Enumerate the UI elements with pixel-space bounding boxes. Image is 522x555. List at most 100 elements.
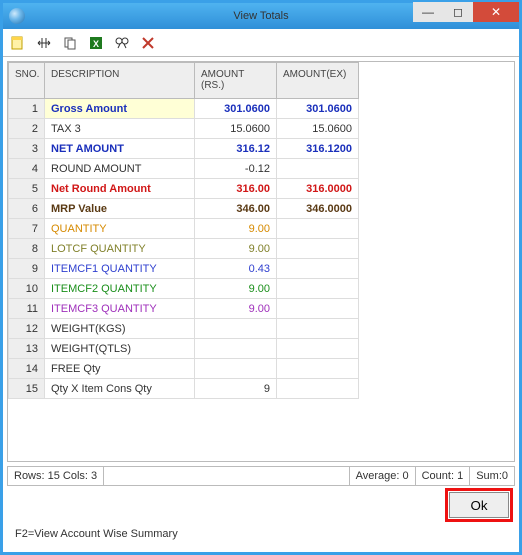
delete-icon[interactable]	[139, 34, 157, 52]
minimize-button[interactable]: —	[413, 2, 443, 22]
table-row[interactable]: 11ITEMCF3 QUANTITY9.00	[9, 299, 359, 319]
cell-amount: 9.00	[195, 279, 277, 299]
cell-amount-ex	[277, 259, 359, 279]
cell-sno: 8	[9, 239, 45, 259]
cell-amount: 346.00	[195, 199, 277, 219]
cell-amount-ex: 346.0000	[277, 199, 359, 219]
col-header-sno[interactable]: SNO.	[9, 63, 45, 99]
cell-sno: 10	[9, 279, 45, 299]
excel-icon[interactable]: X	[87, 34, 105, 52]
cell-sno: 9	[9, 259, 45, 279]
table-row[interactable]: 8LOTCF QUANTITY9.00	[9, 239, 359, 259]
cell-description: Net Round Amount	[45, 179, 195, 199]
cell-sno: 2	[9, 119, 45, 139]
button-row: Ok	[7, 486, 515, 524]
table-row[interactable]: 14FREE Qty	[9, 359, 359, 379]
cell-amount: 316.12	[195, 139, 277, 159]
cell-amount-ex: 316.0000	[277, 179, 359, 199]
cell-sno: 1	[9, 99, 45, 119]
cell-description: LOTCF QUANTITY	[45, 239, 195, 259]
svg-text:X: X	[93, 39, 99, 49]
cell-sno: 3	[9, 139, 45, 159]
cell-sno: 4	[9, 159, 45, 179]
cell-description: Gross Amount	[45, 99, 195, 119]
maximize-button[interactable]: ◻	[443, 2, 473, 22]
find-icon[interactable]	[113, 34, 131, 52]
cell-sno: 6	[9, 199, 45, 219]
cell-description: WEIGHT(KGS)	[45, 319, 195, 339]
table-row[interactable]: 2TAX 315.060015.0600	[9, 119, 359, 139]
cell-amount-ex	[277, 319, 359, 339]
cell-amount-ex	[277, 159, 359, 179]
cell-amount: 316.00	[195, 179, 277, 199]
cell-sno: 14	[9, 359, 45, 379]
cell-amount	[195, 319, 277, 339]
copy-icon[interactable]	[61, 34, 79, 52]
cell-amount-ex	[277, 339, 359, 359]
cell-amount: -0.12	[195, 159, 277, 179]
cell-description: ROUND AMOUNT	[45, 159, 195, 179]
cell-sno: 12	[9, 319, 45, 339]
cell-amount: 0.43	[195, 259, 277, 279]
table-row[interactable]: 9ITEMCF1 QUANTITY0.43	[9, 259, 359, 279]
autofit-icon[interactable]	[35, 34, 53, 52]
table-row[interactable]: 1Gross Amount301.0600301.0600	[9, 99, 359, 119]
cell-sno: 7	[9, 219, 45, 239]
col-header-amtex[interactable]: AMOUNT(EX)	[277, 63, 359, 99]
cell-amount: 15.0600	[195, 119, 277, 139]
cell-description: FREE Qty	[45, 359, 195, 379]
cell-amount-ex	[277, 239, 359, 259]
shortcut-hint: F2=View Account Wise Summary	[7, 524, 515, 548]
cell-amount-ex	[277, 219, 359, 239]
totals-table: SNO. DESCRIPTION AMOUNT (RS.) AMOUNT(EX)…	[8, 62, 359, 399]
cell-description: QUANTITY	[45, 219, 195, 239]
notepad-icon[interactable]	[9, 34, 27, 52]
cell-sno: 15	[9, 379, 45, 399]
cell-description: ITEMCF1 QUANTITY	[45, 259, 195, 279]
cell-amount: 301.0600	[195, 99, 277, 119]
cell-amount-ex	[277, 299, 359, 319]
cell-sno: 5	[9, 179, 45, 199]
col-header-desc[interactable]: DESCRIPTION	[45, 63, 195, 99]
cell-description: ITEMCF3 QUANTITY	[45, 299, 195, 319]
status-bar: Rows: 15 Cols: 3 Average: 0 Count: 1 Sum…	[7, 466, 515, 486]
status-sum: Sum:0	[470, 467, 514, 485]
table-row[interactable]: 10ITEMCF2 QUANTITY9.00	[9, 279, 359, 299]
ok-button[interactable]: Ok	[449, 492, 509, 518]
status-average: Average: 0	[350, 467, 416, 485]
grid-container: SNO. DESCRIPTION AMOUNT (RS.) AMOUNT(EX)…	[7, 61, 515, 462]
cell-amount: 9.00	[195, 219, 277, 239]
table-row[interactable]: 6MRP Value346.00346.0000	[9, 199, 359, 219]
col-header-amt[interactable]: AMOUNT (RS.)	[195, 63, 277, 99]
status-rowscols: Rows: 15 Cols: 3	[8, 467, 104, 485]
cell-amount	[195, 339, 277, 359]
cell-amount-ex	[277, 359, 359, 379]
table-row[interactable]: 7QUANTITY9.00	[9, 219, 359, 239]
cell-description: MRP Value	[45, 199, 195, 219]
cell-amount-ex: 15.0600	[277, 119, 359, 139]
cell-description: Qty X Item Cons Qty	[45, 379, 195, 399]
close-button[interactable]: ✕	[473, 2, 519, 22]
cell-amount: 9.00	[195, 299, 277, 319]
table-row[interactable]: 3NET AMOUNT316.12316.1200	[9, 139, 359, 159]
cell-amount-ex	[277, 279, 359, 299]
cell-amount	[195, 359, 277, 379]
cell-amount-ex	[277, 379, 359, 399]
cell-description: NET AMOUNT	[45, 139, 195, 159]
table-row[interactable]: 4ROUND AMOUNT-0.12	[9, 159, 359, 179]
cell-description: ITEMCF2 QUANTITY	[45, 279, 195, 299]
cell-amount-ex: 301.0600	[277, 99, 359, 119]
toolbar: X	[3, 29, 519, 57]
cell-description: WEIGHT(QTLS)	[45, 339, 195, 359]
table-row[interactable]: 5Net Round Amount316.00316.0000	[9, 179, 359, 199]
table-row[interactable]: 12WEIGHT(KGS)	[9, 319, 359, 339]
status-count: Count: 1	[416, 467, 471, 485]
table-row[interactable]: 13WEIGHT(QTLS)	[9, 339, 359, 359]
cell-sno: 13	[9, 339, 45, 359]
cell-amount: 9.00	[195, 239, 277, 259]
cell-amount-ex: 316.1200	[277, 139, 359, 159]
window-buttons: — ◻ ✕	[413, 5, 519, 27]
table-row[interactable]: 15Qty X Item Cons Qty9	[9, 379, 359, 399]
app-icon	[9, 8, 25, 24]
status-spacer	[104, 467, 349, 485]
